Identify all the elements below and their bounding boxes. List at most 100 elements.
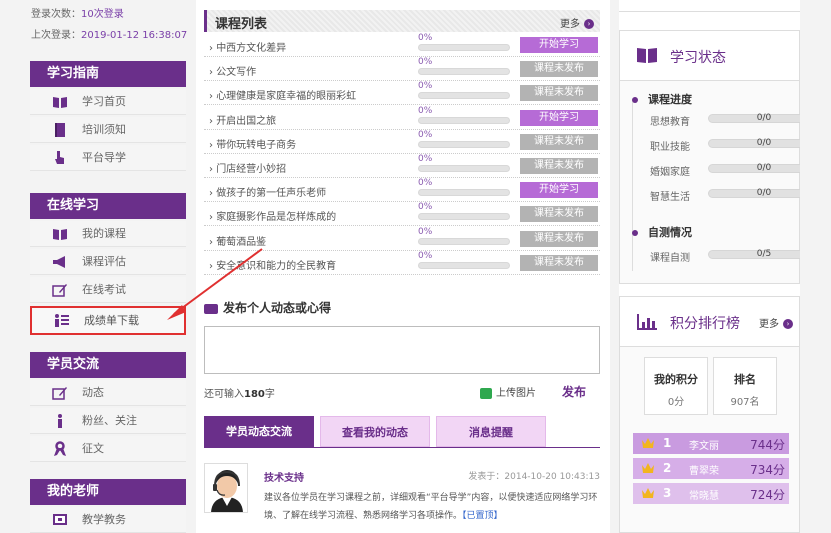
course-row: › 葡萄酒品鉴 0% 课程未发布 [204, 227, 600, 251]
avatar[interactable] [204, 463, 248, 513]
course-name[interactable]: › 葡萄酒品鉴 [209, 233, 266, 248]
sidebar-item-label: 课程评估 [82, 255, 126, 268]
tab-my-activity[interactable]: 查看我的动态 [320, 416, 430, 447]
course-unpublished-button: 课程未发布 [520, 133, 598, 150]
sidebar-item-label: 粉丝、关注 [82, 414, 137, 427]
course-name[interactable]: › 中西方文化差异 [209, 39, 286, 54]
course-percent: 0% [418, 178, 433, 189]
pencil-icon [52, 284, 67, 297]
sidebar-item-course-evaluation[interactable]: 课程评估 [30, 249, 186, 275]
course-percent: 0% [418, 129, 433, 140]
course-name[interactable]: › 家庭摄影作品是怎样炼成的 [209, 208, 336, 223]
sidebar-item-activity[interactable]: 动态 [30, 380, 186, 406]
start-learning-button[interactable]: 开始学习 [520, 37, 598, 53]
sidebar-item-study-home[interactable]: 学习首页 [30, 89, 186, 115]
rank-number: 3 [663, 486, 672, 500]
list-icon [55, 314, 69, 327]
post-body: 建议各位学员在学习课程之前，详细观看“平台导学”内容，以便快速适应网络学习环境、… [264, 493, 598, 521]
course-unpublished-button: 课程未发布 [520, 230, 598, 247]
course-name-text: 带你玩转电子商务 [216, 139, 297, 151]
last-login: 上次登录：2019-01-12 16:38:07 [31, 26, 187, 41]
person-icon [58, 414, 62, 428]
pencil-icon [52, 387, 67, 400]
progress-label: 职业技能 [650, 142, 690, 153]
study-status-title: 学习状态 [670, 50, 726, 66]
course-name-text: 家庭摄影作品是怎样炼成的 [216, 212, 337, 224]
remain-count: 180 [244, 389, 265, 400]
right-panel: 学习状态 课程进度 思想教育 0/0 职业技能 0/0 婚姻家庭 0/0 智慧生活 0/0 自… [619, 0, 818, 533]
arrow-right-icon: › [584, 19, 594, 29]
more-label: 更多 [560, 19, 580, 30]
support-avatar-icon [205, 464, 247, 512]
ranking-more-link[interactable]: 更多 › [759, 315, 793, 330]
main-content: 课程列表 更多 › › 中西方文化差异 0% 开始学习 › 公文写作 0% 课程未发布 › 心… [196, 0, 610, 533]
course-name[interactable]: › 安全意识和能力的全民教育 [209, 257, 336, 272]
course-name[interactable]: › 心理健康是家庭幸福的眼丽彩虹 [209, 87, 356, 102]
sidebar-item-training-notice[interactable]: 培训须知 [30, 117, 186, 143]
course-progress-bar [418, 237, 510, 245]
login-count-label: 登录次数： [31, 9, 81, 20]
progress-row: 职业技能 0/0 [650, 136, 818, 153]
course-progress-bar [418, 68, 510, 76]
section-header-my-teacher: 我的老师 [30, 479, 186, 505]
remain-prefix: 还可输入 [204, 389, 244, 400]
my-score-card: 我的积分 0分 [644, 357, 708, 415]
sidebar-item-my-courses[interactable]: 我的课程 [30, 221, 186, 247]
last-login-value: 2019-01-12 16:38:07 [81, 30, 188, 41]
sidebar-item-essay[interactable]: 征文 [30, 436, 186, 462]
sidebar-item-transcript-download[interactable]: 成绩单下载 [30, 306, 186, 335]
course-list-title: 课程列表 [215, 17, 268, 32]
my-rank-label: 排名 [734, 373, 756, 386]
start-learning-button[interactable]: 开始学习 [520, 109, 598, 126]
course-name[interactable]: › 做孩子的第一任声乐老师 [209, 184, 326, 199]
course-row: › 家庭摄影作品是怎样炼成的 0% 课程未发布 [204, 202, 600, 227]
sidebar-item-platform-guide[interactable]: 平台导学 [30, 145, 186, 171]
my-rank-card: 排名 907名 [713, 357, 777, 415]
start-learning-button[interactable]: 开始学习 [520, 182, 598, 199]
my-score-label: 我的积分 [654, 373, 698, 386]
course-list-more-link[interactable]: 更多 › [560, 15, 594, 30]
upload-image-button[interactable]: 上传图片 [480, 384, 536, 399]
section-header-student-exchange: 学员交流 [30, 352, 186, 378]
course-unpublished-button: 课程未发布 [520, 206, 598, 223]
progress-label: 婚姻家庭 [650, 167, 690, 178]
course-name-text: 葡萄酒品鉴 [216, 236, 267, 248]
ranking-row: 1 李文丽 744分 [633, 433, 789, 454]
page-right-margin [800, 0, 831, 533]
course-name[interactable]: › 公文写作 [209, 63, 256, 78]
course-name[interactable]: › 门店经营小妙招 [209, 160, 286, 175]
course-row: › 开启出国之旅 0% 开始学习 [204, 106, 600, 130]
sidebar-item-fans-follow[interactable]: 粉丝、关注 [30, 408, 186, 434]
course-name-text: 做孩子的第一任声乐老师 [216, 188, 327, 200]
tab-underline [204, 447, 600, 448]
image-icon [480, 387, 492, 399]
course-unpublished-button: 课程未发布 [520, 85, 598, 102]
course-name-text: 中西方文化差异 [216, 43, 287, 54]
course-name[interactable]: › 开启出国之旅 [209, 112, 276, 127]
timeline-line [632, 101, 633, 271]
course-row: › 心理健康是家庭幸福的眼丽彩虹 0% 课程未发布 [204, 81, 600, 106]
publish-button[interactable]: 发布 [562, 383, 586, 400]
course-percent: 0% [418, 226, 433, 237]
course-percent: 0% [418, 105, 433, 116]
tab-student-activity[interactable]: 学员动态交流 [204, 416, 314, 447]
post-author[interactable]: 技术支持 [264, 469, 304, 484]
progress-row: 智慧生活 0/0 [650, 186, 818, 203]
ranking-box: 积分排行榜 更多 › 我的积分 0分 排名 907名 1 李文丽 744分 2 曹翠荣 73… [619, 296, 800, 533]
course-row: › 带你玩转电子商务 0% 课程未发布 [204, 130, 600, 154]
upload-label: 上传图片 [496, 388, 536, 399]
post-textarea[interactable] [204, 326, 600, 374]
course-progress-bar [418, 165, 510, 172]
selftest-label: 课程自测 [650, 253, 690, 264]
course-name[interactable]: › 带你玩转电子商务 [209, 136, 296, 151]
section-header-study-guide: 学习指南 [30, 61, 186, 87]
sidebar-item-label: 平台导学 [82, 151, 126, 164]
sidebar-item-teaching-affairs[interactable]: 教学教务 [30, 507, 186, 533]
tab-message-alerts[interactable]: 消息提醒 [436, 416, 546, 447]
board-icon [53, 514, 67, 525]
progress-label: 思想教育 [650, 117, 690, 128]
course-progress-bar [418, 44, 510, 51]
sidebar-item-online-exam[interactable]: 在线考试 [30, 277, 186, 303]
crown-icon [642, 463, 654, 473]
notebook-icon [55, 123, 65, 137]
